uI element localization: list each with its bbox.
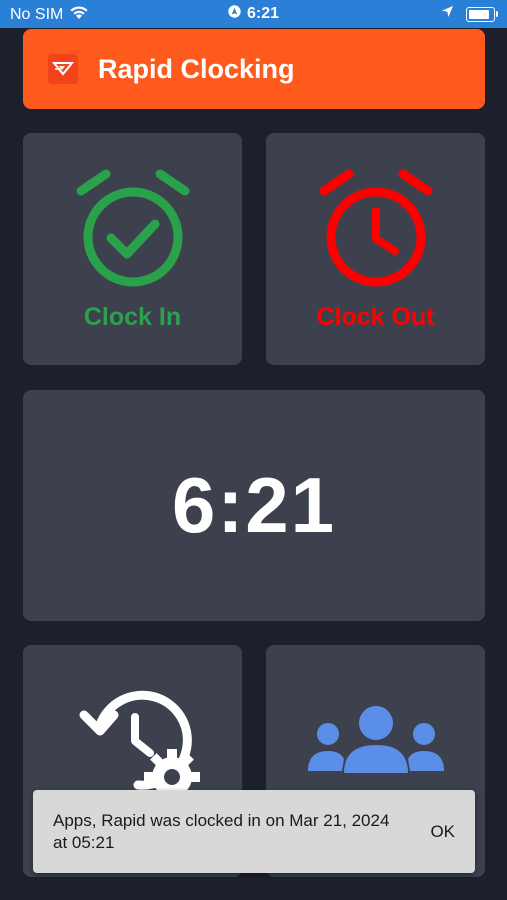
status-time: 6:21 xyxy=(246,5,280,22)
current-time: 6:21 xyxy=(171,461,337,549)
rapid-logo-icon xyxy=(48,54,78,84)
history-settings-icon xyxy=(78,685,203,800)
alarm-clock-icon xyxy=(319,169,433,292)
toast-message: Apps, Rapid was clocked in on Mar 21, 20… xyxy=(53,811,390,852)
group-icon xyxy=(306,703,446,783)
clock-in-button[interactable]: Clock In xyxy=(23,133,242,365)
status-right xyxy=(441,5,498,23)
location-arrow-icon xyxy=(441,5,454,23)
clock-in-label: Clock In xyxy=(83,303,182,331)
location-circle-icon xyxy=(228,5,241,23)
clock-out-button[interactable]: Clock Out xyxy=(266,133,485,365)
toast-ok-button[interactable]: OK xyxy=(430,822,455,842)
battery-icon xyxy=(466,6,498,22)
status-bar: No SIM 6:21 xyxy=(0,0,507,28)
status-center: 6:21 xyxy=(0,5,507,23)
alarm-clock-check-icon xyxy=(76,169,190,292)
current-time-panel: 6:21 xyxy=(23,390,485,621)
app-header: Rapid Clocking xyxy=(23,29,485,109)
clock-out-label: Clock Out xyxy=(316,303,435,331)
clock-in-toast: Apps, Rapid was clocked in on Mar 21, 20… xyxy=(33,790,475,873)
app-title: Rapid Clocking xyxy=(98,53,295,84)
